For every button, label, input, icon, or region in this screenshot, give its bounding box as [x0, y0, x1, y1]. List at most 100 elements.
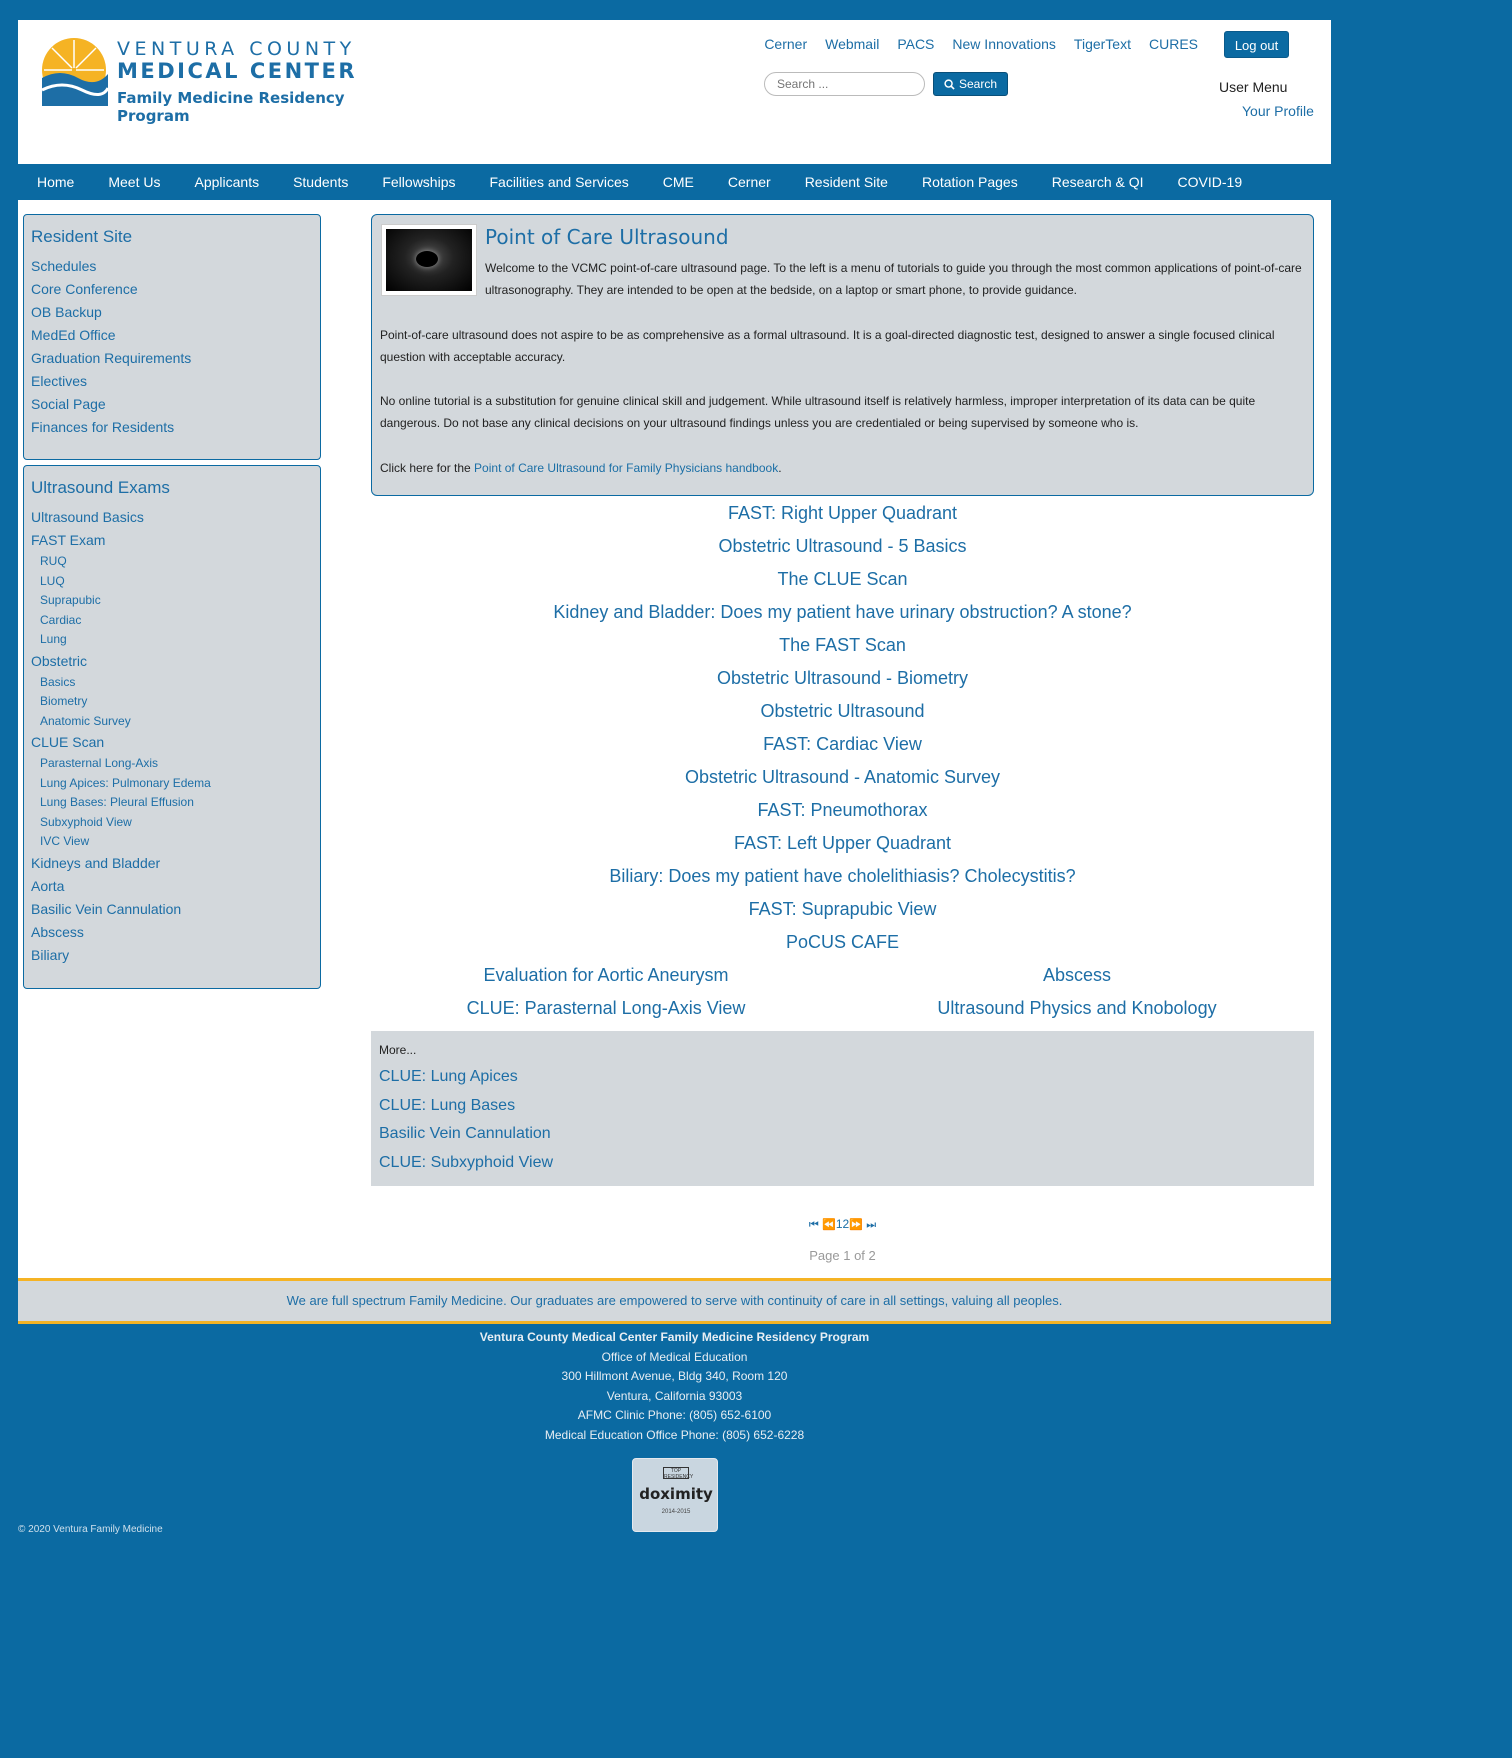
search-input[interactable]	[764, 72, 925, 96]
sidebar-subitem-lung-apices[interactable]: Lung Apices: Pulmonary Edema	[31, 774, 313, 794]
sidebar-item-social-page[interactable]: Social Page	[31, 393, 313, 416]
first-page-icon[interactable]: ⏮	[809, 1219, 819, 1231]
sidebar-item-core-conference[interactable]: Core Conference	[31, 278, 313, 301]
top-link-tigertext[interactable]: TigerText	[1074, 36, 1131, 52]
tutorial-link[interactable]: Kidney and Bladder: Does my patient have…	[371, 602, 1314, 623]
sidebar-item-fast-exam[interactable]: FAST Exam	[31, 529, 313, 552]
search-button[interactable]: Search	[933, 72, 1008, 96]
sidebar-item-kidneys-bladder[interactable]: Kidneys and Bladder	[31, 852, 313, 875]
site-logo[interactable]: VENTURA COUNTY MEDICAL CENTER Family Med…	[38, 34, 368, 125]
logo-line-1: VENTURA COUNTY	[117, 38, 356, 60]
nav-item-applicants[interactable]: Applicants	[194, 174, 259, 190]
sidebar-item-finances[interactable]: Finances for Residents	[31, 416, 313, 439]
tutorial-link[interactable]: CLUE: Parasternal Long-Axis View	[371, 998, 841, 1019]
nav-item-home[interactable]: Home	[37, 174, 74, 190]
sun-wave-logo-icon	[41, 38, 110, 106]
tutorial-link[interactable]: Abscess	[842, 965, 1312, 986]
sidebar-item-abscess[interactable]: Abscess	[31, 921, 313, 944]
last-page-icon[interactable]: ⏭	[866, 1219, 876, 1231]
more-item[interactable]: CLUE: Subxyphoid View	[379, 1149, 1306, 1178]
sidebar-item-graduation-requirements[interactable]: Graduation Requirements	[31, 347, 313, 370]
top-link-new-innovations[interactable]: New Innovations	[952, 36, 1056, 52]
sidebar-item-ob-backup[interactable]: OB Backup	[31, 301, 313, 324]
copyright: © 2020 Ventura Family Medicine	[18, 1524, 163, 1535]
tutorial-link[interactable]: Ultrasound Physics and Knobology	[842, 998, 1312, 1019]
page-link-1[interactable]: 1	[836, 1217, 843, 1231]
tutorial-link[interactable]: FAST: Right Upper Quadrant	[371, 503, 1314, 524]
nav-item-cerner[interactable]: Cerner	[728, 174, 771, 190]
nav-item-research-qi[interactable]: Research & QI	[1052, 174, 1144, 190]
nav-item-covid-19[interactable]: COVID-19	[1178, 174, 1243, 190]
next-page-icon[interactable]: ⏩	[849, 1219, 863, 1231]
tutorial-link[interactable]: The CLUE Scan	[371, 569, 1314, 590]
tutorial-link[interactable]: FAST: Cardiac View	[371, 734, 1314, 755]
your-profile-link[interactable]: Your Profile	[1242, 103, 1314, 119]
logout-button[interactable]: Log out	[1224, 31, 1289, 58]
tutorial-link[interactable]: Obstetric Ultrasound - Anatomic Survey	[371, 767, 1314, 788]
sidebar-subitem-anatomic-survey[interactable]: Anatomic Survey	[31, 712, 313, 732]
nav-item-fellowships[interactable]: Fellowships	[382, 174, 455, 190]
handbook-suffix: .	[778, 461, 782, 475]
top-link-cerner[interactable]: Cerner	[764, 36, 807, 52]
top-link-pacs[interactable]: PACS	[897, 36, 934, 52]
sidebar-item-obstetric[interactable]: Obstetric	[31, 650, 313, 673]
intro-panel: Point of Care Ultrasound Welcome to the …	[371, 214, 1314, 496]
tagline: We are full spectrum Family Medicine. Ou…	[18, 1278, 1331, 1324]
tutorial-link[interactable]: FAST: Left Upper Quadrant	[371, 833, 1314, 854]
tutorial-link[interactable]: Obstetric Ultrasound - 5 Basics	[371, 536, 1314, 557]
sidebar-item-electives[interactable]: Electives	[31, 370, 313, 393]
tutorial-link[interactable]: FAST: Suprapubic View	[371, 899, 1314, 920]
logo-line-2: MEDICAL CENTER	[117, 59, 358, 83]
sidebar-item-basilic-vein[interactable]: Basilic Vein Cannulation	[31, 898, 313, 921]
more-item[interactable]: CLUE: Lung Bases	[379, 1092, 1306, 1121]
top-links: Cerner Webmail PACS New Innovations Tige…	[764, 36, 1198, 52]
handbook-link[interactable]: Point of Care Ultrasound for Family Phys…	[474, 461, 778, 475]
badge-top-label: TOP RESIDENCY	[663, 1467, 694, 1480]
nav-item-facilities[interactable]: Facilities and Services	[489, 174, 628, 190]
sidebar-subitem-biometry[interactable]: Biometry	[31, 692, 313, 712]
more-item[interactable]: Basilic Vein Cannulation	[379, 1120, 1306, 1149]
sidebar-subitem-lung[interactable]: Lung	[31, 630, 313, 650]
sidebar-item-aorta[interactable]: Aorta	[31, 875, 313, 898]
previous-page-icon[interactable]: ⏪	[822, 1219, 836, 1231]
sidebar-item-biliary[interactable]: Biliary	[31, 944, 313, 967]
tutorial-link[interactable]: Evaluation for Aortic Aneurysm	[371, 965, 841, 986]
tutorial-link[interactable]: FAST: Pneumothorax	[371, 800, 1314, 821]
tutorial-link[interactable]: Obstetric Ultrasound	[371, 701, 1314, 722]
intro-paragraph-3: No online tutorial is a substitution for…	[380, 394, 1256, 430]
tutorial-link[interactable]: PoCUS CAFE	[371, 932, 1314, 953]
sidebar-subitem-lung-bases[interactable]: Lung Bases: Pleural Effusion	[31, 793, 313, 813]
top-link-webmail[interactable]: Webmail	[825, 36, 879, 52]
intro-paragraph-2: Point-of-care ultrasound does not aspire…	[380, 328, 1275, 364]
sidebar-subitem-basics[interactable]: Basics	[31, 673, 313, 693]
top-link-cures[interactable]: CURES	[1149, 36, 1198, 52]
sidebar-subitem-parasternal[interactable]: Parasternal Long-Axis	[31, 754, 313, 774]
intro-paragraph-4: Click here for the Point of Care Ultraso…	[380, 457, 1300, 479]
nav-item-resident-site[interactable]: Resident Site	[805, 174, 888, 190]
more-label: More...	[379, 1043, 417, 1057]
nav-item-students[interactable]: Students	[293, 174, 348, 190]
nav-item-meet-us[interactable]: Meet Us	[108, 174, 160, 190]
sidebar-subitem-luq[interactable]: LUQ	[31, 572, 313, 592]
ultrasound-thumbnail	[381, 224, 477, 296]
ultrasound-exams-menu: Ultrasound Exams Ultrasound Basics FAST …	[23, 465, 321, 989]
sidebar-subitem-ruq[interactable]: RUQ	[31, 552, 313, 572]
sidebar-subitem-suprapubic[interactable]: Suprapubic	[31, 591, 313, 611]
tutorial-link[interactable]: Biliary: Does my patient have cholelithi…	[371, 866, 1314, 887]
sidebar-item-meded-office[interactable]: MedEd Office	[31, 324, 313, 347]
sidebar-subitem-subxyphoid[interactable]: Subxyphoid View	[31, 813, 313, 833]
sidebar-subitem-cardiac[interactable]: Cardiac	[31, 611, 313, 631]
sidebar-item-schedules[interactable]: Schedules	[31, 255, 313, 278]
sidebar-subitem-ivc[interactable]: IVC View	[31, 832, 313, 852]
search-button-label: Search	[958, 77, 998, 91]
resident-site-title: Resident Site	[31, 227, 133, 246]
nav-item-rotation-pages[interactable]: Rotation Pages	[922, 174, 1018, 190]
search-icon	[944, 78, 955, 90]
nav-item-cme[interactable]: CME	[663, 174, 694, 190]
sidebar-item-ultrasound-basics[interactable]: Ultrasound Basics	[31, 506, 313, 529]
sidebar-item-clue-scan[interactable]: CLUE Scan	[31, 731, 313, 754]
doximity-badge[interactable]: TOP RESIDENCY doximity 2014-2015	[632, 1458, 718, 1532]
more-item[interactable]: CLUE: Lung Apices	[379, 1063, 1306, 1092]
tutorial-link[interactable]: The FAST Scan	[371, 635, 1314, 656]
tutorial-link[interactable]: Obstetric Ultrasound - Biometry	[371, 668, 1314, 689]
